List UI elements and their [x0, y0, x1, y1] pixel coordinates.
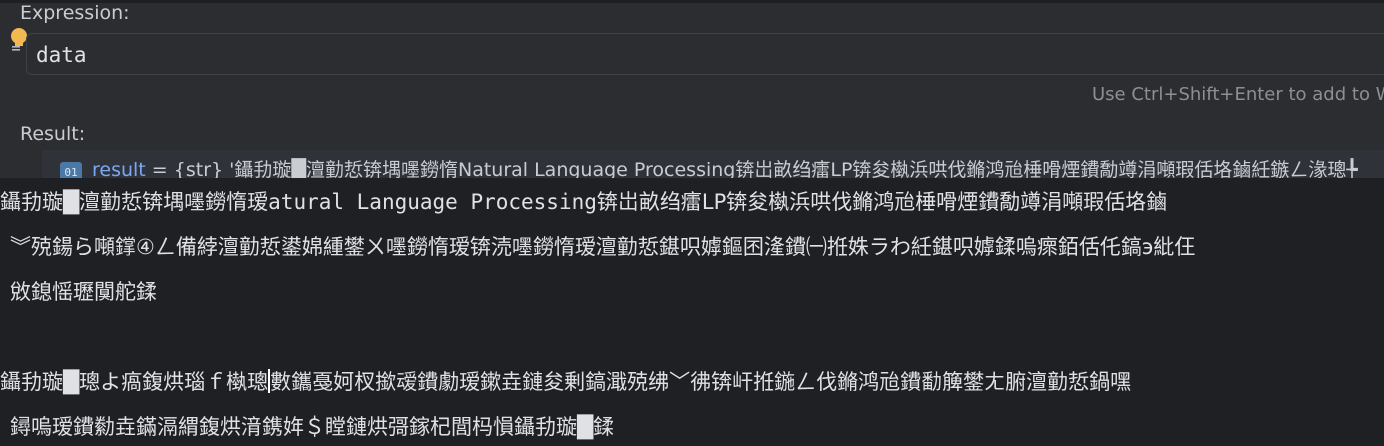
result-label: Result: — [20, 123, 86, 145]
tooltip-line-3: 敓鎴愮瓑闃舵鍒 — [10, 280, 157, 304]
tooltip-line-1-a: 鑷劧璇█澶勭悊锛堣嚜鐒惰瑷 — [0, 190, 269, 214]
value-tooltip[interactable]: 鑷劧璇█澶勭悊锛堣嚜鐒惰瑷atural Language Processing锛… — [0, 178, 1384, 446]
result-name: result — [92, 159, 146, 178]
window-top-border — [0, 0, 1384, 3]
tooltip-line-4-b: 數鑴戞妸杈撳叆鐨勮瑷鏉垚鏈夋剰鎬濈殑绋﹀彿锛屽拰鍦ㄥ伐鏅鸿兘鐨勫簲鐢ㄤ腑澶勭悊鍋… — [270, 370, 1132, 394]
tooltip-line-1-c: 锛岀畝绉癗LP锛夋槸浜哄伐鏅鸿兘棰嗗煙鐨勪竴涓噸瑕佸垎鏀 — [596, 190, 1168, 214]
tooltip-line-4: 鑷劧璇█璁よ瘑鍑烘瑙ｆ槸璁數鑴戞妸杈撳叆鐨勮瑷鏉垚鏈夋剰鎬濈殑绋﹀彿锛屽拰鍦ㄥ伐… — [0, 367, 1131, 397]
tooltip-line-4-a: 鑷劧璇█璁よ瘑鍑烘瑙ｆ槸璁 — [0, 370, 269, 394]
result-row[interactable]: 01 result = {str} '鑷劧璇█澶勭悊锛堣嚜鐒惰Natural L… — [42, 150, 1384, 178]
add-to-watches-hint: Use Ctrl+Shift+Enter to add to W — [1092, 84, 1384, 105]
field-icon: 01 — [60, 162, 82, 178]
tooltip-line-1-latin: atural Language Processing — [268, 190, 597, 214]
tooltip-line-2: ︾殑鍚ら噸鐣④ㄥ備綍澶勭悊鍙婂緟鐢ㄨ嚜鐒惰瑷锛涜嚜鐒惰瑷澶勭悊鍖呮嫭鏂囨湰鐨㈠拰… — [10, 235, 1196, 259]
expression-input[interactable] — [36, 40, 1336, 70]
tooltip-line-1: 鑷劧璇█澶勭悊锛堣嚜鐒惰瑷atural Language Processing锛… — [0, 187, 1167, 217]
expression-label: Expression: — [20, 2, 130, 24]
tooltip-line-5: 鐞嗚瑷鐨勬垚鏋滆緭鍑烘湇鎸姩＄瞠鏈烘彁鎵杞閭杩愪鑷劧璇█鍒 — [10, 415, 615, 439]
result-text: result = {str} '鑷劧璇█澶勭悊锛堣嚜鐒惰Natural Lang… — [92, 158, 1358, 178]
result-value: = {str} '鑷劧璇█澶勭悊锛堣嚜鐒惰Natural Language Pr… — [145, 159, 1358, 178]
